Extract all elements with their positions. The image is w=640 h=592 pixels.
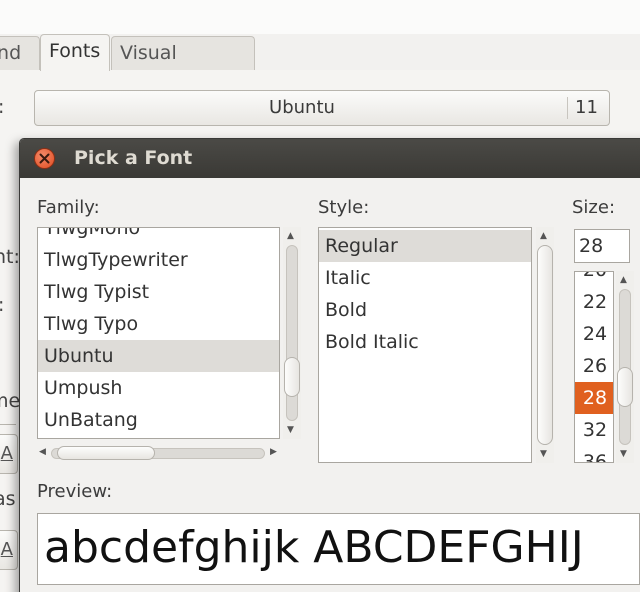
tab-fonts[interactable]: Fonts — [40, 34, 110, 71]
scroll-up-icon[interactable]: ▲ — [287, 231, 294, 241]
scroll-right-icon[interactable]: ▶ — [270, 447, 277, 457]
preview-label: Preview: — [37, 481, 113, 502]
scroll-thumb[interactable] — [617, 367, 633, 407]
size-scrollbar[interactable]: ▲ ▼ — [616, 271, 634, 463]
size-item[interactable]: 22 — [575, 286, 613, 318]
dialog-titlebar[interactable]: Pick a Font — [20, 139, 640, 178]
row-divider — [0, 424, 16, 425]
scroll-left-icon[interactable]: ◀ — [39, 447, 46, 457]
scroll-down-icon[interactable]: ▼ — [620, 449, 627, 459]
style-list[interactable]: Regular Italic Bold Bold Italic — [318, 227, 532, 463]
family-item[interactable]: Tlwg Typist — [38, 276, 279, 308]
font-button-separator — [567, 97, 568, 119]
tab-bar: und Fonts Visual Effects — [0, 34, 640, 104]
size-item[interactable]: 36 — [575, 446, 613, 462]
style-label: Style: — [318, 197, 370, 218]
family-scrollbar[interactable]: ▲ ▼ — [283, 227, 301, 439]
tab-sound[interactable]: und — [0, 36, 40, 70]
window-top-area — [0, 0, 640, 34]
close-icon[interactable] — [34, 148, 55, 169]
font-button-name: Ubuntu — [269, 97, 335, 118]
style-item[interactable]: Bold — [319, 294, 531, 326]
scroll-up-icon[interactable]: ▲ — [620, 275, 627, 285]
style-item[interactable]: Italic — [319, 262, 531, 294]
scroll-down-icon[interactable]: ▼ — [287, 425, 294, 435]
application-font-button[interactable]: Ubuntu 11 — [34, 90, 610, 126]
scroll-down-icon[interactable]: ▼ — [540, 449, 547, 459]
row-label-colon: : — [0, 96, 4, 118]
size-item[interactable]: 32 — [575, 414, 613, 446]
scroll-up-icon[interactable]: ▲ — [540, 231, 547, 241]
size-item[interactable]: 26 — [575, 350, 613, 382]
style-scrollbar[interactable]: ▲ ▼ — [536, 227, 554, 463]
tab-visual-effects[interactable]: Visual Effects — [111, 36, 255, 96]
row-label-cut-1: nt: — [0, 246, 20, 268]
size-input[interactable]: 28 — [574, 229, 630, 263]
dialog-title: Pick a Font — [74, 147, 193, 169]
scroll-thumb[interactable] — [537, 245, 553, 445]
preview-field[interactable]: abcdefghijk ABCDEFGHIJ — [37, 513, 640, 585]
size-item[interactable]: 24 — [575, 318, 613, 350]
family-item[interactable]: UnBatang — [38, 404, 279, 436]
pick-font-dialog: Pick a Font Family: TlwgMono TlwgTypewri… — [19, 138, 640, 592]
family-item-selected[interactable]: Ubuntu — [38, 340, 279, 372]
family-item[interactable]: Umpush — [38, 372, 279, 404]
family-hscrollbar[interactable]: ◀ ▶ — [37, 445, 280, 461]
size-list[interactable]: 20 22 24 26 28 32 36 — [574, 271, 614, 463]
row-label-cut-3: me — [0, 390, 21, 412]
size-item-selected[interactable]: 28 — [575, 382, 613, 414]
family-item[interactable]: TlwgMono — [38, 228, 279, 244]
edge-button-2[interactable]: A — [0, 530, 18, 570]
size-item[interactable]: 20 — [575, 272, 613, 286]
style-item[interactable]: Bold Italic — [319, 326, 531, 358]
preview-text[interactable]: abcdefghijk ABCDEFGHIJ — [44, 518, 584, 578]
hscroll-thumb[interactable] — [57, 446, 155, 460]
family-item[interactable]: TlwgTypewriter — [38, 244, 279, 276]
family-label: Family: — [37, 197, 100, 218]
row-label-cut-4: as — [0, 488, 16, 510]
family-list[interactable]: TlwgMono TlwgTypewriter Tlwg Typist Tlwg… — [37, 227, 280, 439]
family-item[interactable]: Tlwg Typo — [38, 308, 279, 340]
edge-button-1[interactable]: A — [0, 434, 18, 474]
row-label-cut-2: : — [0, 294, 4, 316]
scroll-thumb[interactable] — [284, 357, 300, 397]
style-item-selected[interactable]: Regular — [319, 230, 531, 262]
size-label: Size: — [572, 197, 616, 218]
font-button-size: 11 — [575, 97, 598, 118]
